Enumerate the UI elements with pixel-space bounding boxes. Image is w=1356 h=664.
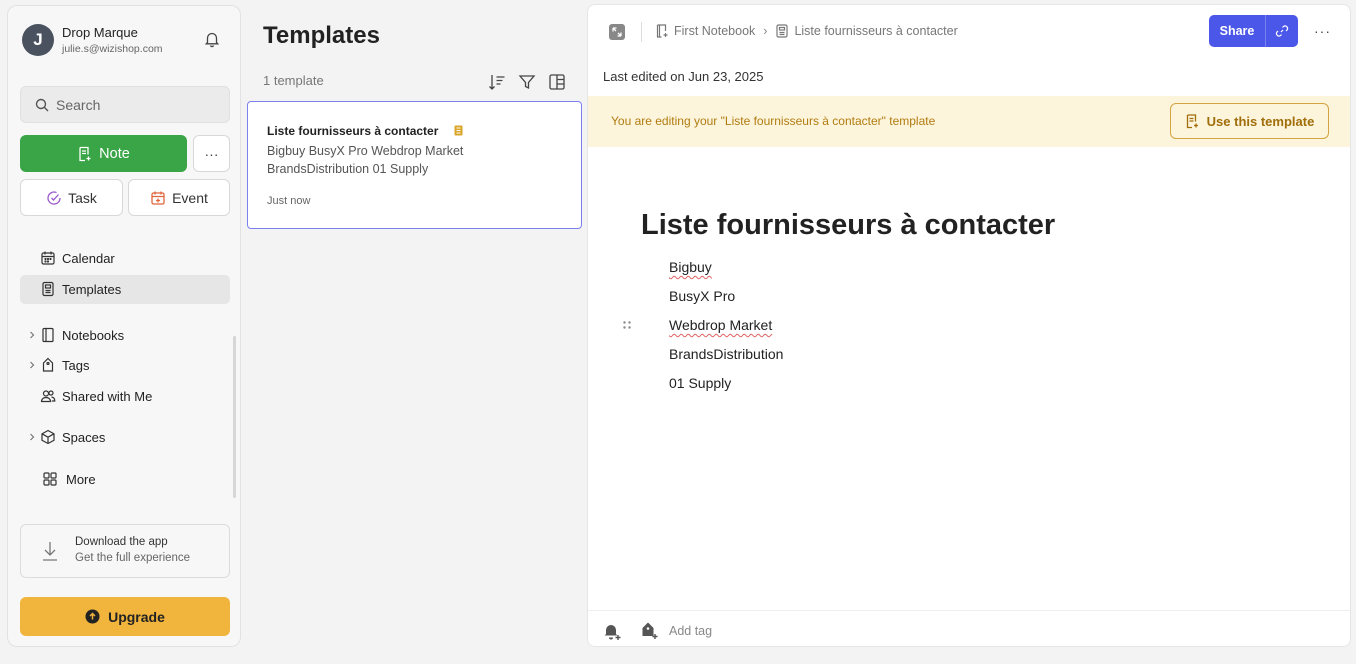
last-edited: Last edited on Jun 23, 2025 [603, 69, 764, 84]
cube-icon [40, 429, 56, 445]
sidebar-item-spaces[interactable]: Spaces [20, 423, 230, 452]
sidebar-item-more[interactable]: More [20, 465, 230, 494]
note-line[interactable]: BrandsDistribution [669, 346, 783, 362]
note-line[interactable]: BusyX Pro [669, 288, 735, 304]
add-tag-label[interactable]: Add tag [669, 624, 712, 638]
use-template-button[interactable]: Use this template [1170, 103, 1329, 139]
note-editor: First Notebook › Liste fournisseurs à co… [587, 4, 1351, 647]
notebook-icon [40, 327, 56, 343]
template-badge-icon [454, 125, 463, 136]
more-options-button[interactable]: ··· [1314, 23, 1331, 39]
template-card-time: Just now [267, 195, 311, 207]
calendar-icon [40, 250, 56, 266]
note-plus-icon [77, 146, 93, 162]
template-icon [775, 24, 789, 38]
people-icon [40, 388, 56, 404]
sidebar-item-calendar[interactable]: Calendar [20, 244, 230, 273]
search-icon [35, 98, 49, 112]
share-button-group: Share [1209, 15, 1298, 47]
note-line[interactable]: 01 Supply [669, 375, 731, 391]
breadcrumb-note[interactable]: Liste fournisseurs à contacter [794, 24, 957, 38]
new-event-button[interactable]: Event [128, 179, 230, 216]
sidebar-item-templates[interactable]: Templates [20, 275, 230, 304]
use-template-label: Use this template [1206, 113, 1315, 129]
breadcrumb: First Notebook › Liste fournisseurs à co… [655, 24, 958, 38]
template-card[interactable]: Liste fournisseurs à contacter Bigbuy Bu… [247, 101, 582, 229]
expand-icon[interactable] [608, 23, 626, 41]
search-box[interactable] [20, 86, 230, 123]
new-note-button[interactable]: Note [20, 135, 187, 172]
toolbar-divider [641, 22, 642, 42]
new-event-label: Event [172, 189, 208, 206]
note-line[interactable]: Webdrop Market [669, 317, 772, 333]
add-reminder-icon[interactable] [602, 621, 622, 641]
tag-icon [40, 357, 56, 373]
grid-icon [42, 471, 58, 487]
chevron-right-icon[interactable] [28, 360, 36, 370]
sidebar-item-label: Spaces [62, 430, 106, 445]
download-title: Download the app [75, 536, 168, 548]
upgrade-label: Upgrade [108, 608, 165, 625]
avatar[interactable]: J [22, 24, 54, 56]
chevron-right-icon[interactable] [28, 432, 36, 442]
note-line[interactable]: Bigbuy [669, 259, 712, 275]
download-subtitle: Get the full experience [75, 552, 191, 564]
check-circle-icon [46, 190, 62, 206]
account-name: Drop Marque [62, 25, 138, 40]
sidebar: J Drop Marque julie.s@wizishop.com Note … [7, 5, 241, 647]
template-edit-banner: You are editing your "Liste fournisseurs… [588, 96, 1350, 147]
new-task-label: Task [68, 189, 97, 206]
sidebar-item-notebooks[interactable]: Notebooks [20, 321, 230, 350]
layout-icon[interactable] [548, 73, 566, 91]
template-icon [40, 281, 56, 297]
sidebar-item-tags[interactable]: Tags [20, 351, 230, 380]
filter-icon[interactable] [518, 73, 536, 91]
bell-icon[interactable] [203, 30, 221, 48]
sort-icon[interactable] [488, 73, 506, 91]
more-create-button[interactable]: ··· [193, 135, 230, 172]
note-plus-icon [1185, 113, 1200, 129]
new-note-label: Note [99, 145, 130, 162]
sidebar-item-label: Templates [62, 282, 122, 297]
sidebar-item-label: Calendar [62, 251, 115, 266]
template-card-title: Liste fournisseurs à contacter [267, 124, 439, 138]
copy-link-button[interactable] [1265, 15, 1298, 47]
search-input[interactable] [56, 96, 216, 113]
notebook-plus-icon [655, 24, 669, 38]
sidebar-item-shared[interactable]: Shared with Me [20, 382, 230, 411]
add-tag-icon[interactable] [639, 621, 659, 641]
share-button[interactable]: Share [1209, 15, 1265, 47]
sidebar-item-label: More [66, 472, 96, 487]
chevron-right-icon: › [763, 24, 768, 38]
page-title: Templates [263, 22, 380, 49]
banner-text: You are editing your "Liste fournisseurs… [611, 114, 936, 128]
drag-handle-icon[interactable] [622, 320, 632, 330]
sidebar-item-label: Notebooks [62, 328, 125, 343]
sidebar-item-label: Tags [62, 358, 90, 373]
breadcrumb-notebook[interactable]: First Notebook [674, 24, 755, 38]
chevron-right-icon[interactable] [28, 330, 36, 340]
upgrade-button[interactable]: Upgrade [20, 597, 230, 636]
download-icon [41, 540, 59, 562]
note-footer: Add tag [588, 610, 1350, 646]
template-count: 1 template [263, 73, 324, 88]
account-header[interactable]: J Drop Marque julie.s@wizishop.com [22, 24, 228, 58]
note-title[interactable]: Liste fournisseurs à contacter [641, 209, 1055, 242]
link-icon [1275, 24, 1289, 38]
list-toolbar [488, 73, 568, 91]
sidebar-item-label: Shared with Me [62, 389, 153, 404]
sidebar-scrollbar[interactable] [233, 336, 236, 498]
arrow-up-circle-icon [85, 609, 100, 624]
account-email: julie.s@wizishop.com [62, 43, 163, 55]
template-card-preview: Bigbuy BusyX Pro Webdrop Market BrandsDi… [267, 144, 464, 176]
new-task-button[interactable]: Task [20, 179, 123, 216]
calendar-plus-icon [150, 190, 166, 206]
download-app-banner[interactable]: Download the app Get the full experience [20, 524, 230, 578]
